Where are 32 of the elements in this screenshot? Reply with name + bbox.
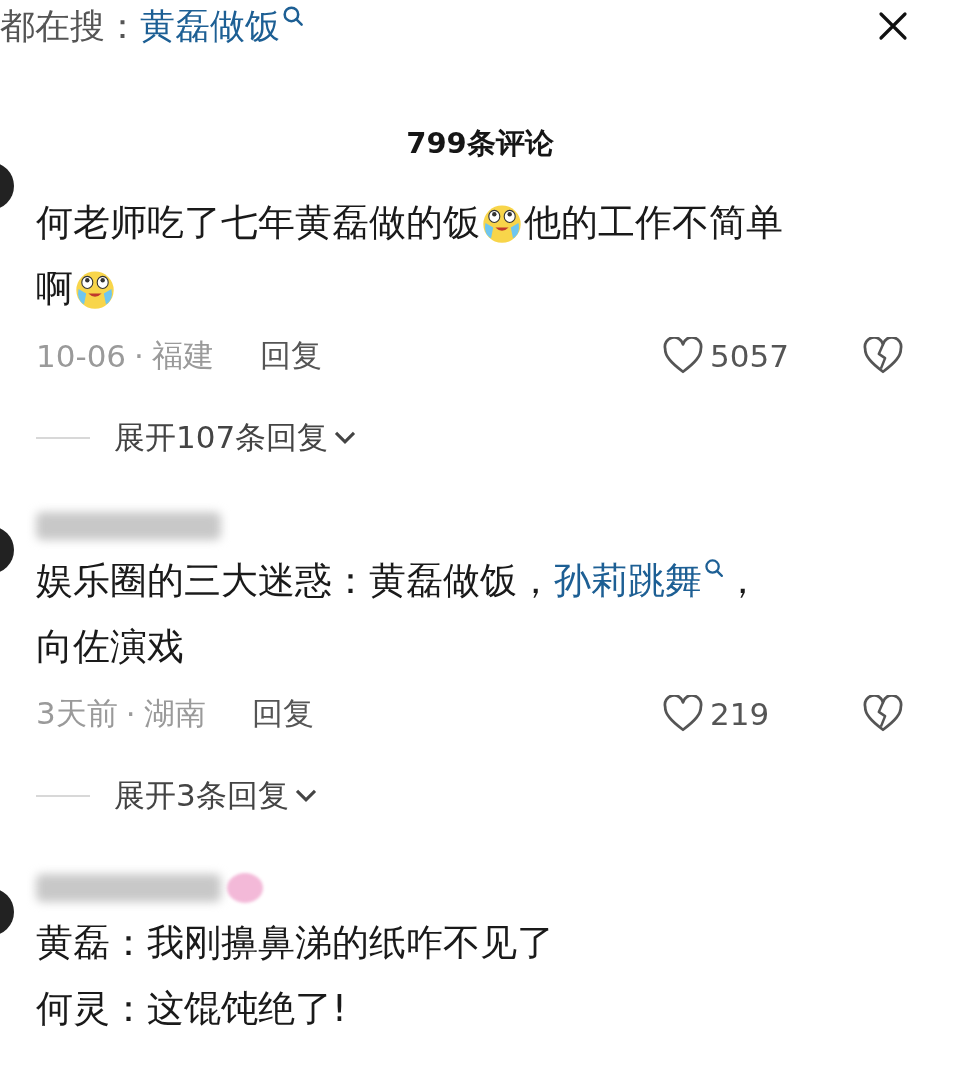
search-label: 都在搜： [0, 4, 140, 48]
expand-replies-link[interactable]: 展开3条回复 [114, 775, 319, 817]
comment-text: 他的工作不简单 [524, 200, 783, 246]
heart-icon[interactable] [662, 337, 704, 375]
search-icon [704, 558, 724, 578]
comment-date: 3天前 [36, 694, 118, 733]
heart-sticker [227, 873, 263, 903]
comment-text: 何老师吃了七年黄磊做的饭 [36, 200, 480, 246]
comment-text: 向佐演戏 [36, 624, 184, 670]
broken-heart-icon[interactable] [862, 337, 904, 375]
search-link[interactable]: 黄磊做饭 [140, 2, 304, 50]
comment-location: 福建 [151, 336, 214, 375]
comments-title: 799条评论 [405, 125, 555, 162]
like-count: 219 [710, 696, 771, 732]
comment-text: 何灵：这馄饨绝了! [36, 986, 347, 1032]
like-count: 5057 [710, 338, 790, 374]
reply-button[interactable]: 回复 [259, 335, 322, 377]
expand-replies-link[interactable]: 展开107条回复 [114, 417, 359, 459]
reply-button[interactable]: 回复 [251, 693, 314, 735]
separator-dot: · [125, 696, 136, 732]
search-icon [282, 4, 304, 27]
search-link[interactable]: 孙莉跳舞 [554, 556, 724, 606]
close-icon[interactable] [878, 11, 908, 41]
comment-date: 10-06 [36, 338, 127, 374]
comment-text: ， [724, 558, 761, 604]
comment-text: 娱乐圈的三大迷惑：黄磊做饭， [36, 558, 554, 604]
heart-icon[interactable] [662, 695, 704, 733]
comment-text: 黄磊：我刚擤鼻涕的纸咋不见了 [36, 920, 554, 966]
separator-dot: · [134, 338, 144, 374]
broken-heart-icon[interactable] [862, 695, 904, 733]
comment-location: 湖南 [143, 694, 206, 733]
comment-text: 啊 [36, 266, 73, 312]
